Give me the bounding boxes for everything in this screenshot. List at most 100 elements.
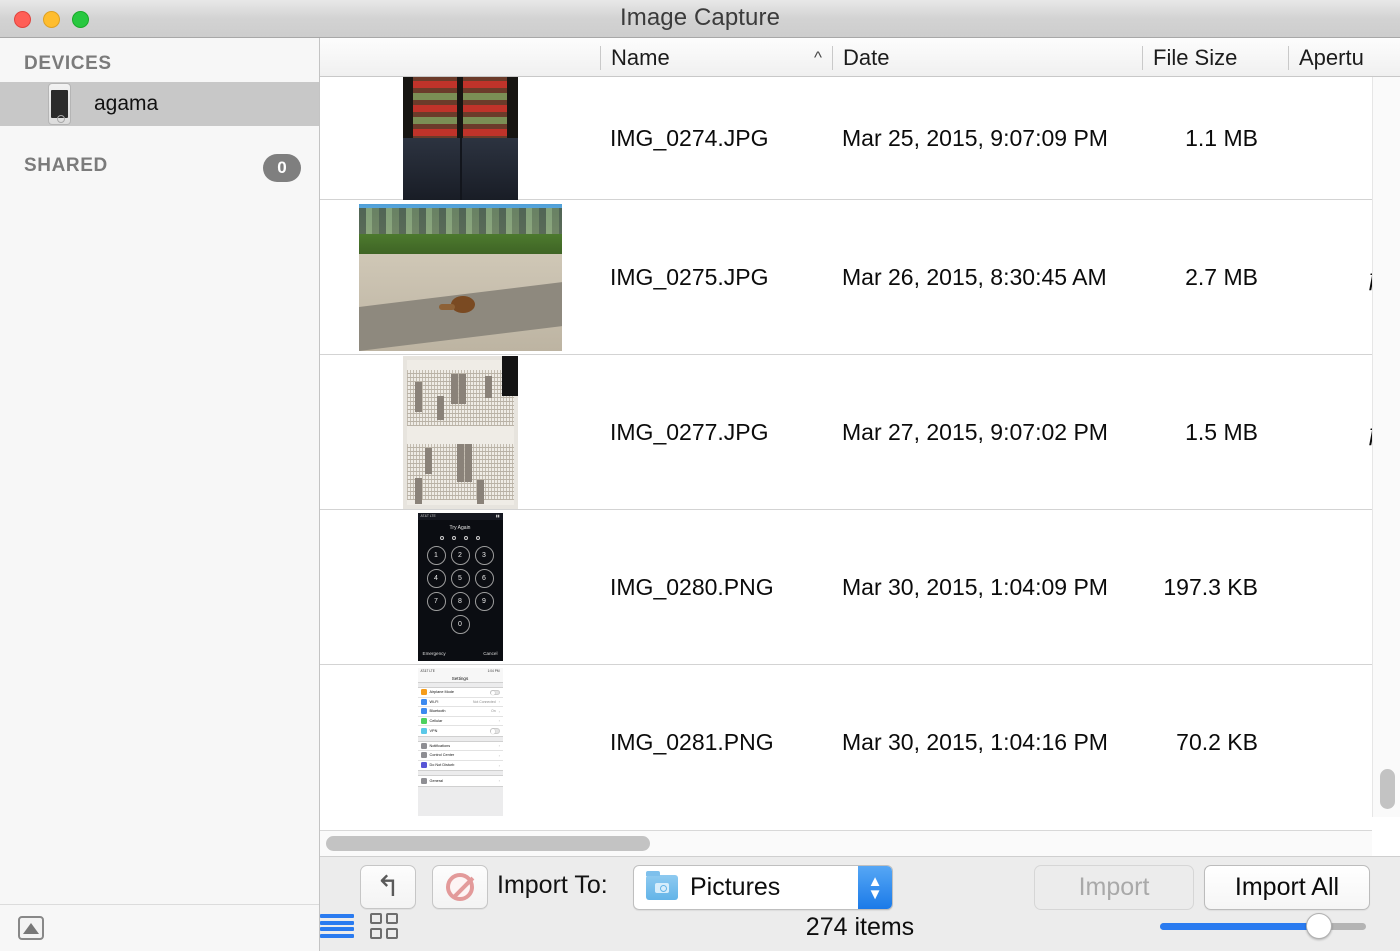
horizontal-scrollbar[interactable]: [320, 830, 1372, 856]
table-row[interactable]: IMG_0275.JPG Mar 26, 2015, 8:30:45 AM 2.…: [320, 200, 1372, 355]
table-header: Name ^ Date File Size Apertu: [320, 38, 1400, 77]
key-3: 3: [474, 546, 494, 565]
cell-name: IMG_0280.PNG: [610, 573, 774, 600]
do-not-disturb-icon: [420, 762, 427, 769]
bluetooth-icon: [420, 708, 427, 715]
chevron-right-icon: ›: [498, 743, 500, 749]
key-9: 9: [474, 592, 494, 611]
chevron-right-icon: ›: [498, 718, 500, 724]
table-row[interactable]: IMG_0277.JPG Mar 27, 2015, 9:07:02 PM 1.…: [320, 355, 1372, 510]
row-thumbnail: AT&T LTE 1:04 PM Settings Airplane Mode: [320, 665, 600, 817]
window-titlebar: Image Capture: [0, 0, 1400, 38]
slider-knob[interactable]: [1305, 913, 1332, 939]
control-center-icon: [420, 752, 427, 759]
column-header-date[interactable]: Date: [832, 38, 1142, 76]
settings-row: Cellular ›: [417, 717, 503, 726]
row-thumbnail: [320, 200, 600, 354]
table-row[interactable]: IMG_0274.JPG Mar 25, 2015, 9:07:09 PM 1.…: [320, 77, 1372, 200]
key-2: 2: [450, 546, 470, 565]
sidebar: DEVICES agama SHARED 0: [0, 38, 320, 951]
row-thumbnail: AT&T LTE ▮▮ Try Again 1 2 3 4 5 6 7 8 9 …: [320, 510, 600, 664]
horizontal-scrollbar-thumb[interactable]: [326, 836, 650, 851]
content-area: Name ^ Date File Size Apertu IMG_0274.JP…: [320, 38, 1400, 951]
column-header-aperture[interactable]: Apertu: [1288, 38, 1400, 76]
cell-file-size: 70.2 KB: [1176, 728, 1258, 755]
airplane-toggle: [489, 689, 500, 695]
cell-name: IMG_0281.PNG: [610, 728, 774, 755]
pictures-folder-icon: [646, 871, 678, 900]
file-list[interactable]: IMG_0274.JPG Mar 25, 2015, 9:07:09 PM 1.…: [320, 77, 1372, 817]
iphone-icon: [48, 83, 71, 125]
airplane-icon: [420, 689, 427, 696]
column-header-file-size-label: File Size: [1153, 45, 1238, 70]
stepper-icon[interactable]: ▲ ▼: [858, 866, 892, 909]
key-4: 4: [426, 569, 446, 588]
sidebar-item-agama[interactable]: agama: [0, 82, 319, 126]
table-row[interactable]: AT&T LTE ▮▮ Try Again 1 2 3 4 5 6 7 8 9 …: [320, 510, 1372, 665]
settings-row: General ›: [418, 776, 503, 786]
settings-row: Notifications ›: [417, 742, 503, 751]
graph-paper-chart-photo: [402, 355, 518, 509]
prohibit-delete-icon: [446, 873, 474, 901]
eject-icon[interactable]: [18, 916, 44, 940]
column-header-file-size[interactable]: File Size: [1142, 38, 1268, 76]
row-thumbnail: [320, 355, 600, 509]
import-destination-popup[interactable]: Pictures ▲ ▼: [633, 865, 893, 910]
passcode-keypad: 1 2 3 4 5 6 7 8 9 0: [426, 546, 495, 634]
window-title: Image Capture: [619, 4, 781, 31]
chevron-right-icon: ›: [498, 699, 500, 705]
lockscreen-prompt: Try Again: [449, 525, 471, 531]
sidebar-divider: [0, 904, 319, 905]
settings-row: Control Center ›: [417, 751, 503, 761]
thumbnail-size-slider[interactable]: [1160, 913, 1366, 939]
image-capture-window: Image Capture DEVICES agama SHARED 0 Nam…: [0, 0, 1400, 951]
cell-date: Mar 30, 2015, 1:04:16 PM: [842, 728, 1108, 755]
key-1: 1: [426, 546, 446, 565]
sort-ascending-icon: ^: [814, 48, 822, 67]
sidebar-section-shared-header: SHARED 0: [0, 140, 319, 184]
settings-carrier: AT&T LTE: [420, 669, 435, 673]
wifi-icon: [420, 698, 427, 705]
key-7: 7: [426, 592, 446, 611]
settings-row: Do Not Disturb ›: [418, 761, 503, 771]
settings-row: Bluetooth On ›: [417, 707, 503, 717]
rotate-left-button[interactable]: ↰: [360, 865, 416, 909]
ios-settings-screenshot: AT&T LTE 1:04 PM Settings Airplane Mode: [417, 668, 503, 816]
notifications-icon: [420, 742, 427, 749]
row-thumbnail: [320, 77, 600, 200]
column-header-name-label: Name: [611, 45, 670, 70]
passcode-dots: [418, 536, 503, 540]
snail-on-pavement-photo: [358, 203, 562, 351]
cell-name: IMG_0275.JPG: [610, 263, 769, 290]
cellular-icon: [420, 717, 427, 724]
lockscreen-carrier: AT&T LTE: [420, 514, 436, 518]
sidebar-section-shared-label: SHARED: [24, 155, 108, 176]
chevron-right-icon: ›: [498, 752, 500, 758]
cell-file-size: 197.3 KB: [1163, 573, 1258, 600]
settings-title: Settings: [417, 674, 503, 683]
iphone-passcode-lockscreen: AT&T LTE ▮▮ Try Again 1 2 3 4 5 6 7 8 9 …: [417, 513, 503, 661]
lockscreen-emergency-label: Emergency: [422, 651, 446, 656]
cell-date: Mar 26, 2015, 8:30:45 AM: [842, 263, 1107, 290]
cell-name: IMG_0277.JPG: [610, 418, 769, 445]
cell-date: Mar 25, 2015, 9:07:09 PM: [842, 124, 1108, 151]
vpn-toggle: [489, 728, 500, 734]
chevron-right-icon: ›: [498, 762, 500, 768]
settings-time: 1:04 PM: [487, 669, 500, 673]
column-header-date-label: Date: [843, 45, 890, 70]
vertical-scrollbar-thumb[interactable]: [1380, 769, 1395, 809]
chevron-right-icon: ›: [498, 708, 500, 714]
general-icon: [420, 777, 427, 784]
import-all-button[interactable]: Import All: [1204, 865, 1370, 910]
vertical-scrollbar[interactable]: [1372, 77, 1400, 817]
bottom-toolbar: ↰ Import To: Pictures ▲ ▼ Import Import A…: [320, 856, 1400, 951]
column-header-name[interactable]: Name ^: [600, 38, 832, 76]
delete-button[interactable]: [432, 865, 488, 909]
table-row[interactable]: AT&T LTE 1:04 PM Settings Airplane Mode: [320, 665, 1372, 817]
key-6: 6: [474, 569, 494, 588]
import-button[interactable]: Import: [1034, 865, 1194, 910]
key-0: 0: [450, 615, 470, 634]
cell-file-size: 1.5 MB: [1185, 418, 1258, 445]
cell-name: IMG_0274.JPG: [610, 124, 769, 151]
sidebar-section-devices-label: DEVICES: [24, 53, 112, 74]
